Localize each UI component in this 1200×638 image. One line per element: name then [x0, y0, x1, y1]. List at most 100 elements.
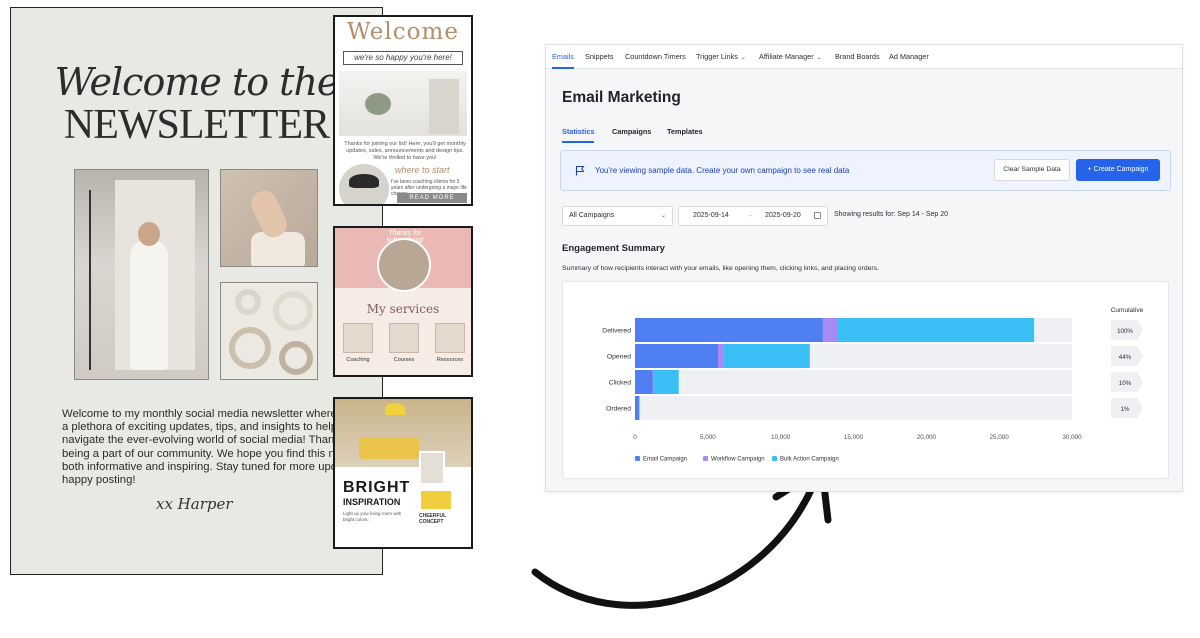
legend-label: Email Campaign [643, 457, 687, 463]
service-label: Resources [436, 357, 464, 363]
cumulative-title: Cumulative [1111, 307, 1144, 314]
x-tick-label: 0 [633, 434, 637, 441]
service-label: Coaching [346, 357, 370, 363]
category-label: Clicked [609, 380, 632, 387]
arrow-right-icon: → [747, 212, 754, 219]
newsletter-signature: xx Harper [156, 495, 233, 513]
tab-campaigns[interactable]: Campaigns [612, 127, 651, 136]
nav-snippets[interactable]: Snippets [585, 45, 613, 69]
calendar-icon [814, 212, 821, 219]
legend-label: Workflow Campaign [711, 457, 765, 463]
nav-label: Affiliate Manager [759, 52, 814, 61]
hand-photo [220, 169, 318, 267]
engagement-summary-description: Summary of how recipients interact with … [562, 265, 879, 272]
bar-segment [718, 344, 724, 368]
x-tick-label: 30,000 [1062, 434, 1082, 441]
nav-affiliate-manager[interactable]: Affiliate Manager ⌄ [759, 45, 822, 69]
nav-label: Countdown Timers [625, 52, 686, 61]
chair-photo [421, 491, 451, 509]
top-nav: Emails Snippets Countdown Timers Trigger… [546, 45, 1182, 69]
nav-label: Emails [552, 52, 574, 61]
screenshot-stage: Welcome to the NEWSLETTER Welcome to my … [0, 0, 1200, 638]
bar-track [635, 396, 1072, 420]
chevron-down-icon: ⌄ [660, 213, 666, 219]
bar-segment [723, 344, 810, 368]
cumulative-percent: 10% [1119, 380, 1132, 387]
studio-photo [74, 169, 209, 380]
category-label: Ordered [606, 406, 631, 413]
nav-trigger-links[interactable]: Trigger Links ⌄ [696, 45, 746, 69]
clear-sample-data-button[interactable]: Clear Sample Data [994, 159, 1070, 181]
date-start: 2025-09-14 [693, 212, 729, 219]
legend-swatch [635, 456, 640, 461]
nav-countdown-timers[interactable]: Countdown Timers [625, 45, 686, 69]
bar-segment [822, 318, 838, 342]
nav-label: Ad Manager [889, 52, 929, 61]
bright-template-card: BRIGHT INSPIRATION CHEERFUL CONCEPT Ligh… [333, 397, 473, 549]
category-label: Opened [607, 354, 631, 361]
welcome-subheading: we're so happy you're here! [343, 51, 463, 65]
create-campaign-button[interactable]: + Create Campaign [1076, 159, 1160, 181]
profile-photo [377, 238, 431, 292]
x-tick-label: 15,000 [844, 434, 864, 441]
decor-photo [220, 282, 318, 380]
results-range-text: Showing results for: Sep 14 - Sep 20 [834, 211, 949, 218]
bar-segment [652, 370, 654, 394]
newsletter-preview: Welcome to the NEWSLETTER Welcome to my … [10, 7, 383, 575]
chevron-down-icon: ⌄ [816, 55, 822, 61]
campaign-filter-select[interactable]: All Campaigns ⌄ [562, 206, 673, 226]
tab-statistics[interactable]: Statistics [562, 127, 594, 136]
welcome-intro: Thanks for joining our list! Here, you'l… [344, 141, 466, 161]
sample-data-banner: You're viewing sample data. Create your … [560, 150, 1171, 191]
bar-segment [635, 318, 823, 342]
nav-brand-boards[interactable]: Brand Boards [835, 45, 880, 69]
room-photo [339, 71, 467, 136]
bright-subtitle: INSPIRATION [343, 497, 401, 507]
x-tick-label: 5,000 [700, 434, 716, 441]
cheerful-concept: CHEERFUL CONCEPT [419, 513, 447, 525]
legend-swatch [772, 456, 777, 461]
bar-segment [635, 344, 719, 368]
active-tab-indicator [562, 141, 594, 143]
welcome-template-card: Welcome we're so happy you're here! Than… [333, 15, 473, 206]
services-heading: My services [366, 302, 440, 316]
bar-segment [635, 396, 640, 420]
flag-icon [575, 165, 585, 176]
x-tick-label: 20,000 [917, 434, 937, 441]
bar-track [635, 370, 1072, 394]
tab-templates[interactable]: Templates [667, 127, 703, 136]
portrait-photo [339, 164, 389, 204]
welcome-heading: Welcome [347, 19, 459, 45]
cumulative-percent: 100% [1117, 328, 1133, 335]
engagement-summary-title: Engagement Summary [562, 243, 665, 254]
date-range-picker[interactable]: 2025-09-14 → 2025-09-20 [678, 206, 828, 226]
bright-small-text: Light up your living room with bright co… [343, 511, 402, 522]
bar-segment [653, 370, 679, 394]
nav-label: Snippets [585, 52, 614, 61]
engagement-funnel-chart: Delivered 100% Opened 44% Clicked 10% Ordered 1… [602, 307, 1144, 463]
email-marketing-window: Emails Snippets Countdown Timers Trigger… [545, 44, 1183, 492]
category-label: Delivered [602, 328, 631, 335]
nav-label: Brand Boards [835, 52, 880, 61]
x-tick-label: 25,000 [990, 434, 1010, 441]
x-tick-label: 10,000 [771, 434, 791, 441]
service-label: Courses [393, 357, 415, 363]
legend-swatch [703, 456, 708, 461]
welcome-script: where to start [395, 165, 450, 175]
bar-segment [837, 318, 1035, 342]
chevron-down-icon: ⌄ [740, 55, 746, 61]
services-template-card: Thanks for subscribing! My services Coac… [333, 226, 473, 377]
service-image [343, 323, 373, 353]
nav-ad-manager[interactable]: Ad Manager [889, 45, 929, 69]
wall-frame [419, 451, 445, 485]
read-more-button: READ MORE [397, 193, 467, 203]
service-image [389, 323, 419, 353]
engagement-chart-card: Delivered 100% Opened 44% Clicked 10% Ordered 1… [562, 281, 1169, 479]
cumulative-percent: 1% [1121, 406, 1130, 413]
bright-title: BRIGHT [343, 479, 411, 496]
living-room-photo [335, 399, 471, 467]
bar-segment [635, 370, 653, 394]
nav-emails[interactable]: Emails [552, 45, 574, 69]
service-image [435, 323, 465, 353]
nav-label: Trigger Links [696, 52, 738, 61]
